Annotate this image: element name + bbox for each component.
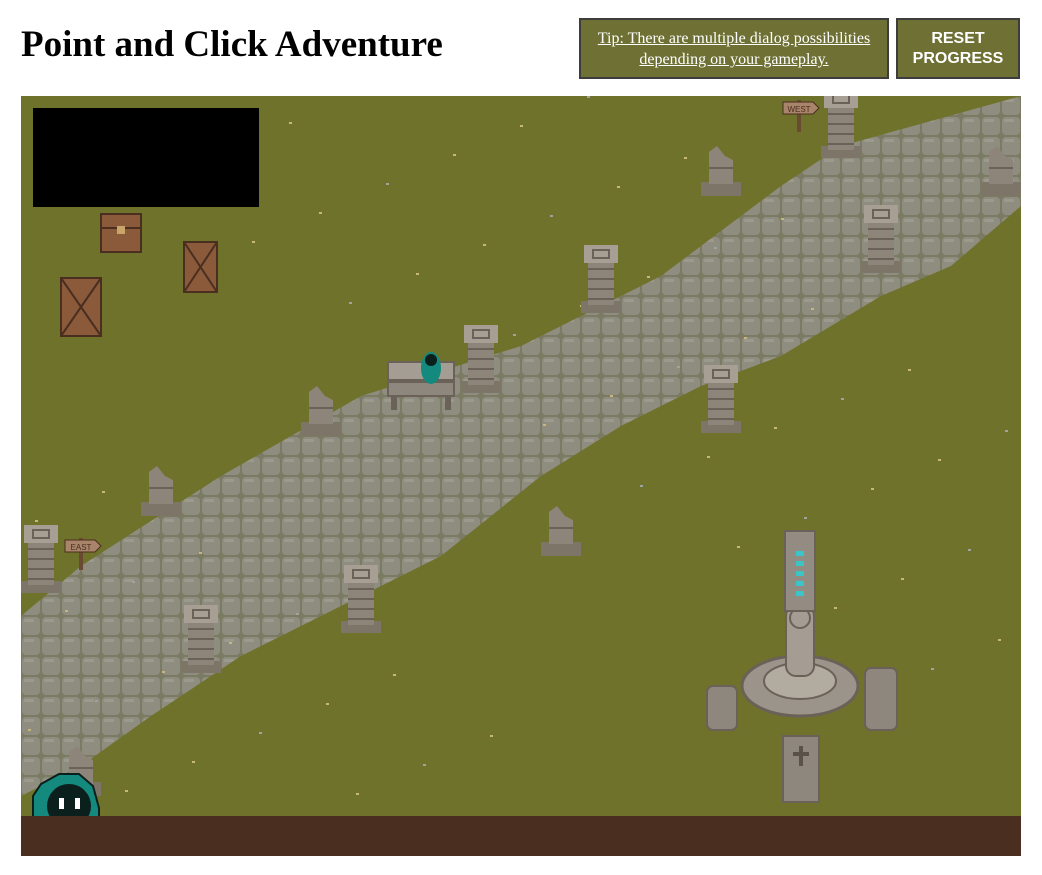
goddess-statue-shrine[interactable]: [740, 605, 860, 718]
inventory-bar: [21, 816, 1021, 856]
broken-pillar[interactable]: [141, 466, 181, 516]
page-title: Point and Click Adventure: [21, 24, 443, 65]
wooden-crate[interactable]: [60, 277, 102, 337]
broken-pillar[interactable]: [701, 146, 741, 196]
gravestone[interactable]: [706, 685, 738, 731]
coffin[interactable]: [782, 735, 820, 803]
broken-pillar[interactable]: [541, 506, 581, 556]
stone-pillar[interactable]: [701, 365, 741, 433]
reset-progress-button[interactable]: RESET PROGRESS: [896, 18, 1020, 79]
treasure-chest[interactable]: [100, 213, 142, 253]
stone-pillar[interactable]: [21, 525, 61, 593]
hooded-npc[interactable]: [421, 352, 441, 384]
rune-obelisk[interactable]: [784, 530, 816, 612]
wooden-crate[interactable]: [183, 241, 218, 293]
minimap: [33, 108, 259, 207]
tip-button[interactable]: Tip: There are multiple dialog possibili…: [579, 18, 889, 79]
svg-text:WEST: WEST: [787, 105, 810, 114]
sign-west[interactable]: WEST: [782, 100, 820, 132]
stone-pillar[interactable]: [821, 96, 861, 158]
gravestone[interactable]: [864, 667, 898, 731]
game-scene[interactable]: WEST EAST: [21, 96, 1021, 856]
game-viewport[interactable]: WEST EAST: [21, 96, 1021, 856]
svg-text:EAST: EAST: [71, 543, 92, 552]
stone-pillar[interactable]: [581, 245, 621, 313]
